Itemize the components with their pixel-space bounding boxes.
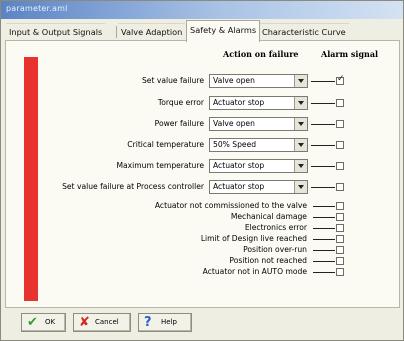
alarm-label: Actuator not in AUTO mode [202, 267, 307, 276]
alarm-signal-checkbox[interactable] [336, 268, 344, 276]
connector-line [311, 124, 335, 125]
action-select[interactable]: 50% Speed [209, 138, 308, 152]
chevron-down-icon[interactable] [294, 160, 307, 172]
alarm-label: Electronics error [244, 223, 307, 232]
failure-label: Power failure [154, 119, 204, 128]
failure-label: Set value failure at Process controller [62, 182, 204, 191]
chevron-down-icon[interactable] [294, 139, 307, 151]
cancel-button[interactable]: ✘ Cancel [73, 313, 131, 332]
alarm-signal-checkbox[interactable] [336, 224, 344, 232]
alarm-signal-checkbox[interactable] [336, 246, 344, 254]
alarm-signal-checkbox[interactable] [336, 162, 344, 170]
action-select-value: Actuator stop [213, 98, 265, 107]
connector-line [313, 228, 335, 229]
connector-line [311, 187, 335, 188]
connector-line [313, 272, 335, 273]
alarm-label: Limit of Design live reached [200, 234, 307, 243]
alarm-label: Actuator not commissioned to the valve [154, 201, 307, 210]
connector-line [313, 217, 335, 218]
connector-line [311, 145, 335, 146]
action-select-value: Actuator stop [213, 182, 265, 191]
help-button[interactable]: ? Help [138, 313, 192, 332]
window-title: parameter.aml [6, 4, 68, 13]
action-select[interactable]: Valve open [209, 74, 308, 88]
chevron-down-icon[interactable] [294, 118, 307, 130]
connector-line [313, 206, 335, 207]
failure-label: Maximum temperature [116, 161, 204, 170]
alarm-signal-checkbox[interactable] [336, 141, 344, 149]
alarm-signal-checkbox[interactable] [336, 257, 344, 265]
alarm-signal-checkbox[interactable] [336, 213, 344, 221]
connector-line [311, 81, 335, 82]
connector-line [313, 250, 335, 251]
alarm-signal-checkbox[interactable] [336, 202, 344, 210]
ok-button[interactable]: ✔ OK [21, 313, 66, 332]
failure-label: Set value failure [141, 76, 204, 85]
action-select[interactable]: Actuator stop [209, 159, 308, 173]
chevron-down-icon[interactable] [294, 97, 307, 109]
action-select[interactable]: Actuator stop [209, 96, 308, 110]
action-select-value: Valve open [213, 119, 255, 128]
alarm-signal-checkbox[interactable] [336, 235, 344, 243]
alarm-signal-checkbox[interactable] [336, 183, 344, 191]
action-select[interactable]: Actuator stop [209, 180, 308, 194]
alarm-label: Position not reached [229, 256, 307, 265]
connector-line [313, 239, 335, 240]
action-select-value: Actuator stop [213, 161, 265, 170]
alarm-signal-checkbox[interactable] [336, 120, 344, 128]
tab-characteristic-curve[interactable]: Characteristic Curve [259, 23, 349, 41]
tab-valve-adaption[interactable]: Valve Adaption [118, 23, 186, 41]
connector-line [311, 103, 335, 104]
cross-icon: ✘ [79, 315, 90, 330]
alarm-label: Position over-run [243, 245, 307, 254]
parameter-window: parameter.aml Input & Output Signals Val… [0, 0, 404, 341]
checkmark-icon: ✔ [27, 315, 38, 330]
action-on-failure-header: Action on failure [223, 49, 299, 59]
connector-line [313, 261, 335, 262]
failure-label: Critical temperature [127, 140, 204, 149]
title-bar[interactable]: parameter.aml [1, 1, 403, 19]
chevron-down-icon[interactable] [294, 75, 307, 87]
chevron-down-icon[interactable] [294, 181, 307, 193]
tab-safety-alarms[interactable]: Safety & Alarms [186, 20, 261, 42]
question-icon: ? [144, 315, 152, 330]
action-select-value: 50% Speed [213, 140, 257, 149]
alarm-label: Mechanical damage [230, 212, 307, 221]
connector-line [311, 166, 335, 167]
tab-strip: Input & Output Signals Valve Adaption Sa… [1, 19, 403, 42]
alarm-signal-checkbox[interactable] [336, 74, 345, 85]
action-select[interactable]: Valve open [209, 117, 308, 131]
failure-label: Torque error [157, 98, 204, 107]
tab-input-output-signals[interactable]: Input & Output Signals [6, 23, 106, 41]
alarm-signal-checkbox[interactable] [336, 99, 344, 107]
alarm-signal-header: Alarm signal [321, 49, 379, 59]
action-select-value: Valve open [213, 76, 255, 85]
status-color-bar [24, 57, 38, 301]
tab-separator [116, 26, 117, 38]
